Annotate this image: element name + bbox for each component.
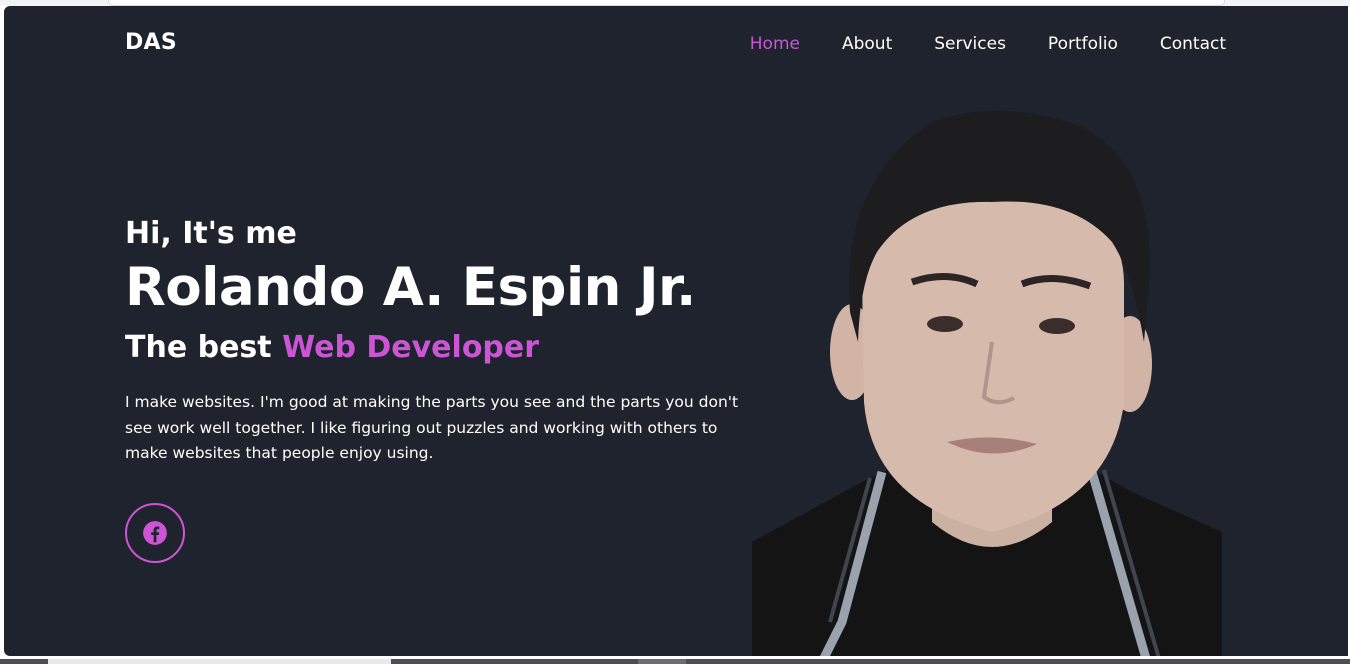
main-nav: Home About Services Portfolio Contact — [708, 34, 1226, 54]
facebook-link[interactable] — [125, 503, 185, 563]
nav-link-home[interactable]: Home — [750, 34, 800, 54]
taskbar-segment — [638, 659, 686, 664]
site-logo[interactable]: DAS — [125, 30, 177, 55]
nav-link-portfolio[interactable]: Portfolio — [1048, 34, 1118, 54]
profile-photo — [752, 110, 1222, 656]
taskbar-segment — [48, 659, 391, 664]
nav-link-services[interactable]: Services — [934, 34, 1006, 54]
nav-link-contact[interactable]: Contact — [1160, 34, 1226, 54]
hero-role: The best Web Developer — [125, 328, 765, 368]
hero-role-highlight: Web Developer — [282, 330, 540, 365]
nav-link-about[interactable]: About — [842, 34, 892, 54]
taskbar-segment — [391, 659, 1350, 664]
browser-bottom-strip — [0, 656, 1350, 664]
facebook-icon — [143, 521, 167, 545]
portfolio-page: DAS Home About Services Portfolio Contac… — [4, 6, 1348, 656]
hero-bio: I make websites. I'm good at making the … — [125, 393, 739, 462]
hero-greeting: Hi, It's me — [125, 216, 297, 251]
hero-role-prefix: The best — [125, 330, 272, 365]
browser-frame: DAS Home About Services Portfolio Contac… — [0, 0, 1350, 664]
hero-name: Rolando A. Espin Jr. — [125, 257, 696, 318]
taskbar-segment — [0, 659, 48, 664]
hero-text-block: Hi, It's me Rolando A. Espin Jr. The bes… — [125, 214, 765, 467]
